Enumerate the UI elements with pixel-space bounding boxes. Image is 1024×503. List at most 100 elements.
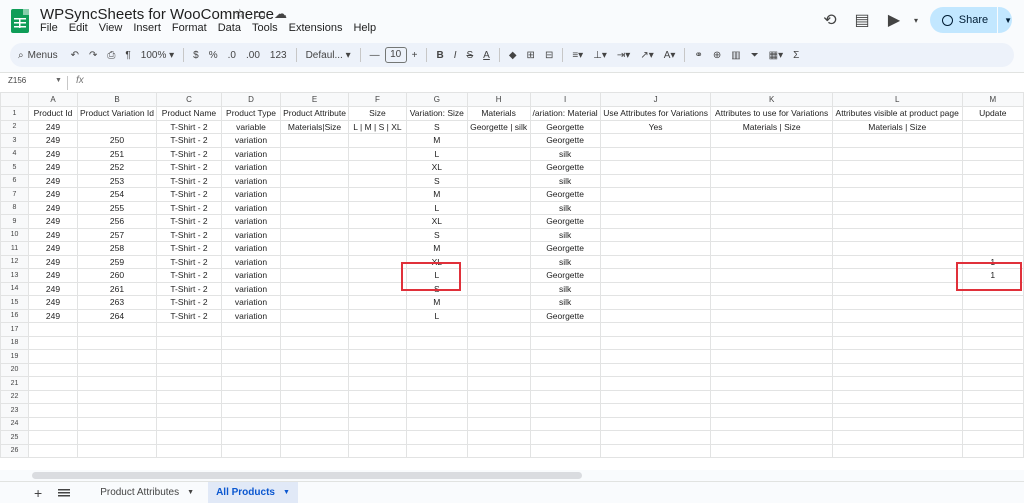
cell[interactable] <box>599 443 712 458</box>
menu-extensions[interactable]: Extensions <box>289 22 343 34</box>
cell[interactable]: 249 <box>28 173 78 188</box>
cell[interactable]: Georgette <box>529 308 601 323</box>
cell[interactable]: Georgette <box>529 241 601 256</box>
cell[interactable] <box>831 187 963 202</box>
text-direction-icon[interactable]: A▾ <box>659 50 681 61</box>
tab-all-products[interactable]: All Products ▼ <box>208 481 298 503</box>
cell[interactable] <box>599 322 712 337</box>
insert-chart-icon[interactable]: ▥ <box>726 50 745 61</box>
cell[interactable]: Attributes to use for Variations <box>710 106 833 121</box>
cell[interactable] <box>405 430 468 445</box>
row-header[interactable]: 20 <box>0 362 30 377</box>
cell[interactable] <box>466 322 531 337</box>
cell[interactable]: 263 <box>76 295 158 310</box>
cell[interactable] <box>961 241 1024 256</box>
cell[interactable] <box>466 241 531 256</box>
cell[interactable] <box>156 403 222 418</box>
cell[interactable] <box>599 200 712 215</box>
cell[interactable]: T-Shirt - 2 <box>156 241 222 256</box>
cell[interactable] <box>529 389 601 404</box>
cell[interactable] <box>280 146 349 161</box>
column-header-c[interactable]: C <box>156 92 222 107</box>
cell[interactable]: 252 <box>76 160 158 175</box>
cell[interactable] <box>405 403 468 418</box>
cell[interactable]: silk <box>529 227 601 242</box>
cell[interactable] <box>466 133 531 148</box>
cell[interactable] <box>405 362 468 377</box>
cell[interactable] <box>831 335 963 350</box>
cell[interactable] <box>466 308 531 323</box>
sheets-logo-icon[interactable] <box>11 9 29 33</box>
cell[interactable] <box>76 376 158 391</box>
cell[interactable] <box>599 430 712 445</box>
cell[interactable] <box>529 376 601 391</box>
cell[interactable] <box>347 308 407 323</box>
cell[interactable] <box>831 416 963 431</box>
cell[interactable] <box>961 430 1024 445</box>
cell[interactable] <box>831 254 963 269</box>
cell[interactable] <box>710 403 833 418</box>
cell[interactable] <box>599 281 712 296</box>
cell[interactable]: Update <box>961 106 1024 121</box>
row-header[interactable]: 16 <box>0 308 30 323</box>
cell[interactable]: variation <box>220 281 282 296</box>
cell[interactable] <box>961 227 1024 242</box>
cell[interactable]: variation <box>220 295 282 310</box>
insert-comment-icon[interactable]: ⊕ <box>708 50 726 61</box>
cell[interactable] <box>710 376 833 391</box>
cell[interactable]: variation <box>220 214 282 229</box>
cell[interactable]: M <box>405 241 468 256</box>
chevron-down-icon[interactable]: ▼ <box>283 489 290 496</box>
cell[interactable] <box>961 443 1024 458</box>
cell[interactable] <box>28 430 78 445</box>
row-header[interactable]: 17 <box>0 322 30 337</box>
cell[interactable] <box>220 362 282 377</box>
cell[interactable]: 249 <box>28 227 78 242</box>
menu-tools[interactable]: Tools <box>252 22 278 34</box>
cell[interactable]: 259 <box>76 254 158 269</box>
cell[interactable] <box>466 362 531 377</box>
cell[interactable]: 249 <box>28 200 78 215</box>
row-header[interactable]: 19 <box>0 349 30 364</box>
cell[interactable] <box>466 389 531 404</box>
cell[interactable] <box>280 254 349 269</box>
menu-view[interactable]: View <box>99 22 123 34</box>
cell[interactable] <box>466 430 531 445</box>
cell[interactable]: T-Shirt - 2 <box>156 281 222 296</box>
row-header[interactable]: 7 <box>0 187 30 202</box>
name-box-dropdown-icon[interactable]: ▼ <box>55 77 62 84</box>
row-header[interactable]: 26 <box>0 443 30 458</box>
cell[interactable] <box>220 349 282 364</box>
menu-data[interactable]: Data <box>218 22 241 34</box>
cell[interactable] <box>280 335 349 350</box>
cell[interactable]: S <box>405 227 468 242</box>
cell[interactable] <box>347 349 407 364</box>
cell[interactable] <box>220 443 282 458</box>
cell[interactable] <box>466 403 531 418</box>
text-color-icon[interactable]: A <box>478 50 495 61</box>
cell[interactable] <box>599 349 712 364</box>
cell[interactable] <box>28 443 78 458</box>
cell[interactable] <box>76 335 158 350</box>
column-header-d[interactable]: D <box>220 92 282 107</box>
cell[interactable] <box>710 133 833 148</box>
cell[interactable] <box>831 376 963 391</box>
row-header[interactable]: 18 <box>0 335 30 350</box>
row-header[interactable]: 3 <box>0 133 30 148</box>
cell[interactable] <box>347 200 407 215</box>
cell[interactable]: Product Name <box>156 106 222 121</box>
cell[interactable]: 251 <box>76 146 158 161</box>
cell[interactable] <box>529 430 601 445</box>
cell[interactable] <box>28 322 78 337</box>
font-size-decrease-icon[interactable]: — <box>365 50 385 61</box>
font-size-increase-icon[interactable]: + <box>407 50 423 61</box>
vertical-align-icon[interactable]: ⊥▾ <box>588 50 612 61</box>
cell[interactable] <box>280 241 349 256</box>
cell[interactable] <box>831 403 963 418</box>
print-icon[interactable]: ⎙ <box>102 50 120 61</box>
row-header[interactable]: 4 <box>0 146 30 161</box>
cell[interactable] <box>156 322 222 337</box>
cell[interactable]: Yes <box>599 119 712 134</box>
cell[interactable]: L <box>405 146 468 161</box>
cell[interactable] <box>961 349 1024 364</box>
